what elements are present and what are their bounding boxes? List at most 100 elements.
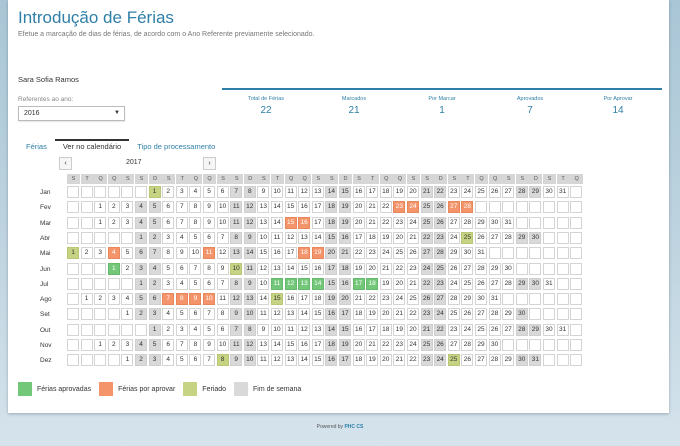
calendar-day-cell[interactable]: 14 bbox=[311, 231, 324, 244]
calendar-day-cell[interactable]: 4 bbox=[175, 231, 188, 244]
calendar-day-cell[interactable]: 21 bbox=[420, 186, 433, 198]
calendar-day-cell[interactable]: 17 bbox=[311, 201, 324, 214]
calendar-day-cell[interactable]: 10 bbox=[257, 277, 270, 290]
calendar-day-cell[interactable]: 4 bbox=[121, 293, 134, 306]
calendar-day-cell[interactable]: 19 bbox=[366, 354, 379, 367]
calendar-day-cell[interactable]: 10 bbox=[203, 293, 215, 306]
calendar-day-cell[interactable]: 9 bbox=[203, 216, 215, 229]
calendar-day-cell[interactable]: 16 bbox=[298, 216, 311, 229]
calendar-day-cell[interactable]: 30 bbox=[475, 293, 487, 306]
calendar-day-cell[interactable]: 5 bbox=[189, 277, 202, 290]
calendar-day-cell[interactable]: 25 bbox=[420, 216, 433, 229]
calendar-day-cell[interactable]: 25 bbox=[447, 308, 460, 321]
tab-calendar[interactable]: Ver no calendário bbox=[54, 139, 130, 155]
calendar-day-cell[interactable]: 15 bbox=[284, 216, 297, 229]
calendar-day-cell[interactable]: 11 bbox=[271, 277, 283, 290]
calendar-day-cell[interactable]: 3 bbox=[175, 323, 188, 336]
calendar-day-cell[interactable]: 26 bbox=[434, 216, 447, 229]
calendar-day-cell[interactable]: 19 bbox=[339, 339, 351, 351]
calendar-day-cell[interactable]: 8 bbox=[189, 201, 202, 214]
calendar-day-cell[interactable]: 18 bbox=[352, 308, 365, 321]
calendar-day-cell[interactable]: 16 bbox=[339, 277, 351, 290]
calendar-day-cell[interactable]: 10 bbox=[243, 354, 256, 367]
calendar-day-cell[interactable]: 18 bbox=[325, 216, 338, 229]
calendar-day-cell[interactable]: 18 bbox=[325, 339, 338, 351]
calendar-day-cell[interactable]: 25 bbox=[420, 339, 433, 351]
calendar-day-cell[interactable]: 3 bbox=[121, 201, 134, 214]
calendar-day-cell[interactable]: 30 bbox=[502, 262, 515, 275]
calendar-day-cell[interactable]: 28 bbox=[502, 231, 515, 244]
calendar-day-cell[interactable]: 30 bbox=[529, 231, 542, 244]
calendar-day-cell[interactable]: 16 bbox=[339, 231, 351, 244]
calendar-day-cell[interactable]: 29 bbox=[475, 339, 487, 351]
calendar-day-cell[interactable]: 4 bbox=[189, 186, 202, 198]
calendar-day-cell[interactable]: 21 bbox=[407, 277, 419, 290]
calendar-day-cell[interactable]: 30 bbox=[461, 247, 474, 260]
calendar-day-cell[interactable]: 3 bbox=[148, 308, 161, 321]
calendar-day-cell[interactable]: 8 bbox=[243, 323, 256, 336]
calendar-day-cell[interactable]: 2 bbox=[107, 339, 120, 351]
calendar-day-cell[interactable]: 21 bbox=[393, 308, 406, 321]
calendar-day-cell[interactable]: 30 bbox=[543, 186, 555, 198]
calendar-day-cell[interactable]: 15 bbox=[257, 247, 270, 260]
calendar-day-cell[interactable]: 24 bbox=[461, 323, 474, 336]
calendar-day-cell[interactable]: 30 bbox=[488, 216, 501, 229]
calendar-day-cell[interactable]: 9 bbox=[257, 323, 270, 336]
calendar-day-cell[interactable]: 9 bbox=[203, 339, 215, 351]
calendar-day-cell[interactable]: 17 bbox=[352, 231, 365, 244]
calendar-day-cell[interactable]: 4 bbox=[162, 308, 175, 321]
calendar-day-cell[interactable]: 13 bbox=[311, 186, 324, 198]
calendar-day-cell[interactable]: 15 bbox=[311, 308, 324, 321]
calendar-day-cell[interactable]: 17 bbox=[284, 247, 297, 260]
calendar-day-cell[interactable]: 2 bbox=[162, 323, 175, 336]
calendar-day-cell[interactable]: 6 bbox=[189, 308, 202, 321]
calendar-day-cell[interactable]: 7 bbox=[189, 262, 202, 275]
calendar-day-cell[interactable]: 7 bbox=[175, 201, 188, 214]
calendar-day-cell[interactable]: 16 bbox=[298, 339, 311, 351]
calendar-day-cell[interactable]: 23 bbox=[379, 293, 392, 306]
calendar-day-cell[interactable]: 13 bbox=[298, 231, 311, 244]
tab-ferias[interactable]: Férias bbox=[18, 139, 55, 155]
calendar-day-cell[interactable]: 30 bbox=[515, 308, 528, 321]
calendar-day-cell[interactable]: 7 bbox=[216, 277, 229, 290]
calendar-day-cell[interactable]: 18 bbox=[339, 262, 351, 275]
calendar-day-cell[interactable]: 25 bbox=[407, 293, 419, 306]
calendar-day-cell[interactable]: 22 bbox=[420, 277, 433, 290]
calendar-day-cell[interactable]: 16 bbox=[311, 262, 324, 275]
calendar-day-cell[interactable]: 15 bbox=[339, 323, 351, 336]
calendar-day-cell[interactable]: 6 bbox=[162, 201, 175, 214]
calendar-day-cell[interactable]: 27 bbox=[502, 186, 515, 198]
calendar-day-cell[interactable]: 23 bbox=[393, 339, 406, 351]
calendar-day-cell[interactable]: 14 bbox=[284, 262, 297, 275]
calendar-day-cell[interactable]: 29 bbox=[461, 293, 474, 306]
calendar-day-cell[interactable]: 1 bbox=[135, 277, 147, 290]
calendar-day-cell[interactable]: 13 bbox=[284, 354, 297, 367]
calendar-day-cell[interactable]: 10 bbox=[271, 323, 283, 336]
calendar-day-cell[interactable]: 10 bbox=[216, 201, 229, 214]
calendar-day-cell[interactable]: 8 bbox=[203, 262, 215, 275]
calendar-day-cell[interactable]: 24 bbox=[407, 339, 419, 351]
calendar-day-cell[interactable]: 3 bbox=[162, 277, 175, 290]
calendar-day-cell[interactable]: 18 bbox=[352, 354, 365, 367]
calendar-day-cell[interactable]: 20 bbox=[407, 323, 419, 336]
calendar-day-cell[interactable]: 24 bbox=[434, 354, 447, 367]
calendar-day-cell[interactable]: 9 bbox=[189, 293, 202, 306]
calendar-day-cell[interactable]: 27 bbox=[420, 247, 433, 260]
calendar-day-cell[interactable]: 3 bbox=[107, 293, 120, 306]
calendar-day-cell[interactable]: 9 bbox=[230, 354, 243, 367]
calendar-day-cell[interactable]: 1 bbox=[80, 293, 93, 306]
calendar-day-cell[interactable]: 21 bbox=[379, 262, 392, 275]
calendar-day-cell[interactable]: 22 bbox=[352, 247, 365, 260]
calendar-day-cell[interactable]: 8 bbox=[162, 247, 175, 260]
calendar-day-cell[interactable]: 27 bbox=[475, 354, 487, 367]
calendar-day-cell[interactable]: 28 bbox=[488, 308, 501, 321]
calendar-day-cell[interactable]: 11 bbox=[216, 293, 229, 306]
calendar-day-cell[interactable]: 22 bbox=[407, 308, 419, 321]
calendar-day-cell[interactable]: 31 bbox=[556, 323, 569, 336]
calendar-day-cell[interactable]: 5 bbox=[189, 231, 202, 244]
calendar-day-cell[interactable]: 12 bbox=[243, 201, 256, 214]
calendar-day-cell[interactable]: 3 bbox=[121, 339, 134, 351]
calendar-day-cell[interactable]: 15 bbox=[339, 186, 351, 198]
calendar-day-cell[interactable]: 17 bbox=[366, 186, 379, 198]
calendar-day-cell[interactable]: 24 bbox=[420, 262, 433, 275]
